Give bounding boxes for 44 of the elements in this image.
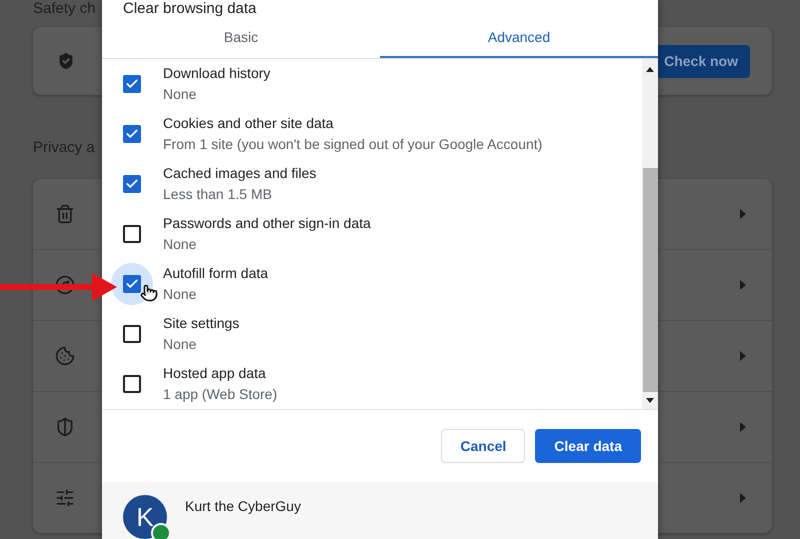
checkbox[interactable] xyxy=(123,224,141,243)
chevron-icon[interactable] xyxy=(740,280,746,290)
checkbox[interactable] xyxy=(123,274,141,293)
checkbox[interactable] xyxy=(123,74,141,93)
dialog-title: Clear browsing data xyxy=(122,0,258,18)
trash-icon xyxy=(55,204,75,224)
tab[interactable]: Basic xyxy=(102,18,380,58)
item-detail: None xyxy=(163,336,198,352)
item-title: Cached images and files xyxy=(163,165,316,182)
chevron-icon[interactable] xyxy=(740,351,746,361)
shield-icon xyxy=(55,417,75,437)
item-detail: 1 app (Web Store) xyxy=(163,386,278,402)
item-detail: None xyxy=(163,236,198,252)
check-icon xyxy=(125,126,139,141)
checkbox[interactable] xyxy=(123,324,141,343)
chevron-icon[interactable] xyxy=(740,493,746,503)
item-title: Autofill form data xyxy=(163,265,268,282)
scroll-down-icon[interactable] xyxy=(646,398,654,403)
item-title: Site settings xyxy=(163,315,240,332)
item-title: Passwords and other sign-in data xyxy=(163,215,371,232)
check-icon xyxy=(125,176,139,191)
cancel-button[interactable]: Cancel xyxy=(441,428,526,463)
item-detail: From 1 site (you won't be signed out of your Google Account) xyxy=(163,136,542,152)
item-detail: None xyxy=(163,286,198,302)
item-title: Hosted app data xyxy=(163,365,267,382)
checkbox[interactable] xyxy=(123,174,141,193)
item-detail: None xyxy=(163,86,198,102)
scrollbar[interactable] xyxy=(642,58,658,409)
cookie-icon xyxy=(55,346,75,366)
checkbox[interactable] xyxy=(123,374,141,393)
checkbox[interactable] xyxy=(123,124,141,143)
tab[interactable]: Advanced xyxy=(380,18,658,58)
scroll-up-icon[interactable] xyxy=(646,66,654,72)
chevron-icon[interactable] xyxy=(740,422,746,432)
item-title: Cookies and other site data xyxy=(163,115,334,132)
clear-data-button[interactable]: Clear data xyxy=(535,428,641,463)
check-icon xyxy=(125,76,139,91)
chevron-icon[interactable] xyxy=(740,209,746,219)
check-icon xyxy=(125,276,139,291)
sliders-icon xyxy=(55,488,75,508)
hand-cursor-icon xyxy=(140,284,158,302)
item-title: Download history xyxy=(163,65,270,82)
item-detail: Less than 1.5 MB xyxy=(163,186,273,202)
account-name: Kurt the CyberGuy xyxy=(185,498,301,514)
